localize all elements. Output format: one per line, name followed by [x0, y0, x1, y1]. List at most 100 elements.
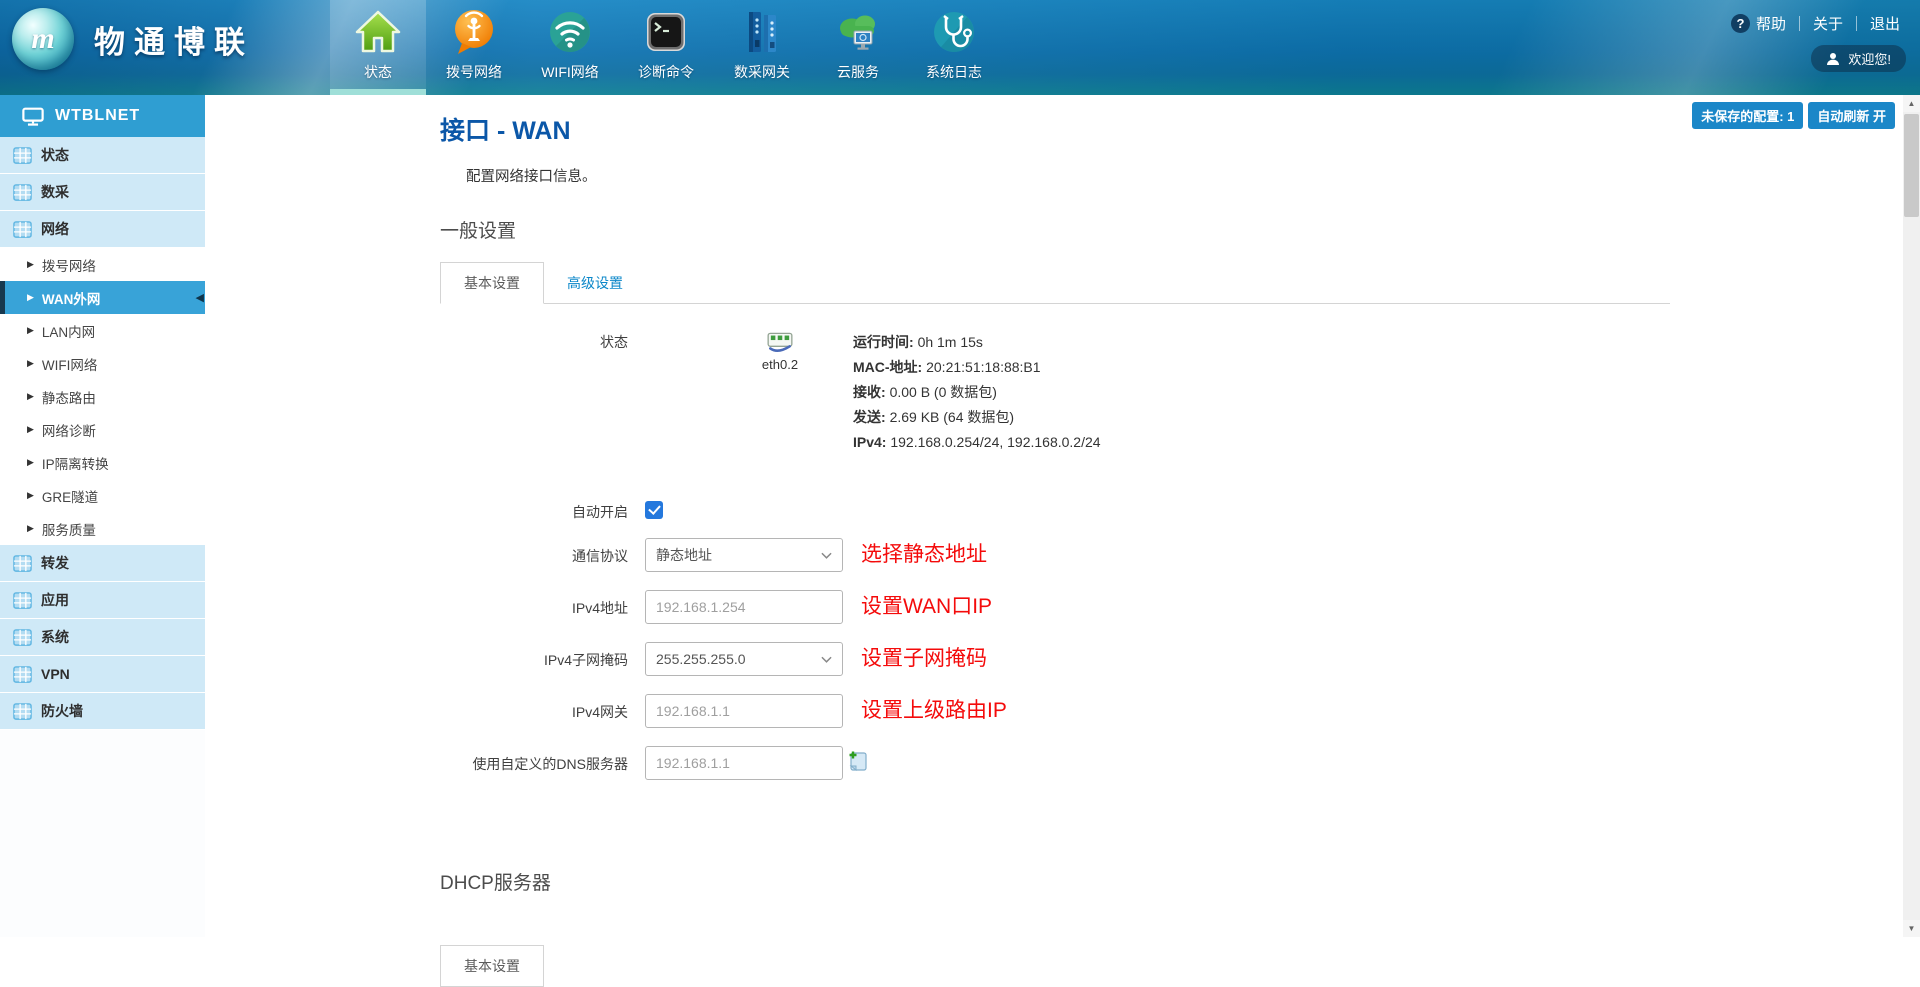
- nav-item-syslog[interactable]: 系统日志: [906, 0, 1002, 95]
- status-label: 状态: [440, 330, 645, 455]
- logo-globe-icon: m: [12, 8, 74, 70]
- nav-label: 拨号网络: [446, 62, 502, 82]
- sidebar-item-forward[interactable]: 转发: [0, 545, 205, 582]
- gateway-row: IPv4网关 设置上级路由IP: [440, 694, 1893, 728]
- brand-logo: m 物通博联: [12, 8, 254, 70]
- dns-label: 使用自定义的DNS服务器: [440, 746, 645, 780]
- unsaved-changes-badge[interactable]: 未保存的配置: 1: [1692, 102, 1803, 129]
- gateway-icon: [737, 7, 787, 57]
- grid-icon: [13, 702, 32, 721]
- sidebar-item-label: WAN外网: [42, 288, 101, 308]
- gateway-annotation: 设置上级路由IP: [861, 694, 1007, 728]
- sidebar-item-wan[interactable]: ▶ WAN外网 ◀: [0, 281, 205, 314]
- syslog-icon: [929, 7, 979, 57]
- sidebar-item-diagnostics[interactable]: ▶ 网络诊断: [0, 413, 205, 446]
- dhcp-tab-basic[interactable]: 基本设置: [440, 945, 544, 987]
- triangle-right-icon: ▶: [27, 325, 34, 336]
- triangle-right-icon: ▶: [27, 457, 34, 468]
- status-line: 发送: 2.69 KB (64 数据包): [853, 405, 1101, 430]
- main-content: 未保存的配置: 1 自动刷新 开 接口 - WAN 配置网络接口信息。 一般设置…: [205, 95, 1903, 937]
- header-links: ? 帮助 关于 退出: [1731, 13, 1900, 34]
- sidebar-item-vpn[interactable]: VPN: [0, 656, 205, 693]
- triangle-right-icon: ▶: [27, 490, 34, 501]
- cloud-icon: [833, 7, 883, 57]
- nav-item-gateway[interactable]: 数采网关: [714, 0, 810, 95]
- tab-advanced-settings[interactable]: 高级设置: [544, 263, 646, 303]
- sidebar-item-dialup[interactable]: ▶ 拨号网络: [0, 248, 205, 281]
- chevron-down-icon: [821, 656, 832, 663]
- welcome-button[interactable]: 欢迎您!: [1811, 45, 1906, 72]
- scroll-up-icon[interactable]: ▲: [1903, 95, 1920, 112]
- grid-icon: [13, 665, 32, 684]
- sidebar-item-ipisolation[interactable]: ▶ IP隔离转换: [0, 446, 205, 479]
- nav-label: 状态: [364, 62, 392, 82]
- add-entry-icon: [847, 750, 869, 772]
- triangle-right-icon: ▶: [27, 424, 34, 435]
- nav-label: 数采网关: [734, 62, 790, 82]
- vertical-scrollbar[interactable]: ▲ ▼: [1903, 95, 1920, 937]
- triangle-right-icon: ▶: [27, 292, 34, 303]
- tab-basic-settings[interactable]: 基本设置: [440, 262, 544, 304]
- ipaddr-input[interactable]: [645, 590, 843, 624]
- top-nav: 状态 拨号网络: [330, 0, 1002, 95]
- nav-item-wifi[interactable]: WIFI网络: [522, 0, 618, 95]
- sidebar-item-lan[interactable]: ▶ LAN内网: [0, 314, 205, 347]
- sidebar-item-datacollect[interactable]: 数采: [0, 174, 205, 211]
- nav-item-dialup[interactable]: 拨号网络: [426, 0, 522, 95]
- nav-item-terminal[interactable]: 诊断命令: [618, 0, 714, 95]
- sidebar-item-label: 转发: [41, 553, 69, 573]
- dns-add-button[interactable]: [847, 750, 869, 780]
- welcome-label: 欢迎您!: [1848, 49, 1891, 68]
- sidebar-item-apps[interactable]: 应用: [0, 582, 205, 619]
- brand-name: 物通博联: [94, 17, 254, 62]
- sidebar-item-label: WIFI网络: [42, 354, 98, 374]
- sidebar-item-staticroute[interactable]: ▶ 静态路由: [0, 380, 205, 413]
- sidebar-item-label: 网络: [41, 219, 69, 239]
- gateway-input[interactable]: [645, 694, 843, 728]
- interface-form: 状态 eth0.2 运行时间: 0h 1m 15s MAC-地址: 20:21:…: [440, 330, 1893, 780]
- ipaddr-annotation: 设置WAN口IP: [861, 590, 992, 624]
- protocol-select[interactable]: 静态地址: [645, 538, 843, 572]
- home-icon: [353, 7, 403, 57]
- autostart-checkbox[interactable]: [645, 501, 663, 519]
- nav-item-status[interactable]: 状态: [330, 0, 426, 95]
- sidebar-item-label: 应用: [41, 590, 69, 610]
- status-stats: 运行时间: 0h 1m 15s MAC-地址: 20:21:51:18:88:B…: [853, 330, 1101, 455]
- grid-icon: [13, 146, 32, 165]
- help-link[interactable]: ? 帮助: [1731, 13, 1786, 34]
- page-description: 配置网络接口信息。: [466, 165, 1893, 186]
- scroll-down-icon[interactable]: ▼: [1903, 920, 1920, 937]
- scrollbar-thumb[interactable]: [1904, 114, 1919, 217]
- nav-label: WIFI网络: [541, 62, 599, 82]
- sidebar-item-qos[interactable]: ▶ 服务质量: [0, 512, 205, 545]
- help-label: 帮助: [1756, 13, 1786, 34]
- protocol-annotation: 选择静态地址: [861, 538, 987, 572]
- status-row: 状态 eth0.2 运行时间: 0h 1m 15s MAC-地址: 20:21:…: [440, 330, 1893, 455]
- hostname-label: WTBLNET: [55, 107, 140, 125]
- sidebar-item-status[interactable]: 状态: [0, 137, 205, 174]
- sidebar-item-label: GRE隧道: [42, 486, 98, 506]
- sidebar-item-gre[interactable]: ▶ GRE隧道: [0, 479, 205, 512]
- sidebar-item-wifi[interactable]: ▶ WIFI网络: [0, 347, 205, 380]
- link-divider: [1856, 16, 1857, 31]
- triangle-right-icon: ▶: [27, 358, 34, 369]
- autorefresh-toggle[interactable]: 自动刷新 开: [1808, 102, 1895, 129]
- device-block: eth0.2: [740, 330, 820, 455]
- sidebar-item-label: 状态: [41, 145, 69, 165]
- sidebar-hostname[interactable]: WTBLNET: [0, 95, 205, 137]
- netmask-label: IPv4子网掩码: [440, 642, 645, 676]
- nav-item-cloud[interactable]: 云服务: [810, 0, 906, 95]
- section-dhcp-title: DHCP服务器: [440, 868, 1893, 895]
- sidebar-item-network[interactable]: 网络: [0, 211, 205, 248]
- dns-input[interactable]: [645, 746, 843, 780]
- protocol-row: 通信协议 静态地址 选择静态地址: [440, 538, 1893, 572]
- autostart-row: 自动开启: [440, 495, 1893, 522]
- logout-link[interactable]: 退出: [1870, 13, 1900, 34]
- dialup-icon: [449, 7, 499, 57]
- sidebar-item-firewall[interactable]: 防火墙: [0, 693, 205, 730]
- about-link[interactable]: 关于: [1813, 13, 1843, 34]
- netmask-select[interactable]: 255.255.255.0: [645, 642, 843, 676]
- protocol-value: 静态地址: [656, 545, 712, 565]
- logout-label: 退出: [1870, 13, 1900, 34]
- sidebar-item-system[interactable]: 系统: [0, 619, 205, 656]
